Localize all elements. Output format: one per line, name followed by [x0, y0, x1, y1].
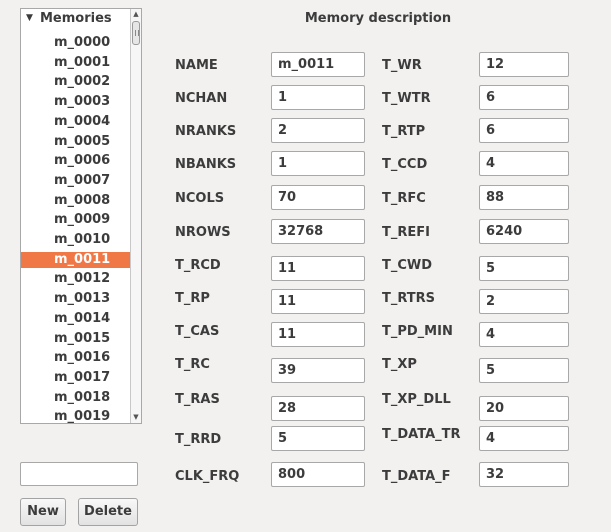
tree-item[interactable]: m_0014 [21, 311, 133, 327]
label-t-rfc: T_RFC [382, 191, 426, 206]
memories-root-label: Memories [40, 11, 112, 26]
field-clk-frq[interactable]: 800 [271, 462, 365, 487]
memories-root[interactable]: ▼ Memories [21, 10, 131, 26]
label-t-xp-dll: T_XP_DLL [382, 392, 451, 407]
scroll-thumb[interactable] [132, 21, 140, 45]
scroll-up-icon[interactable]: ▲ [132, 10, 140, 19]
new-button[interactable]: New [20, 498, 66, 526]
label-t-rc: T_RC [175, 357, 210, 372]
label-ncols: NCOLS [175, 191, 225, 206]
expand-arrow-icon[interactable]: ▼ [26, 10, 33, 26]
label-t-rrd: T_RRD [175, 432, 222, 447]
tree-item[interactable]: m_0009 [21, 212, 133, 228]
label-t-data-f: T_DATA_F [382, 469, 451, 484]
label-t-pd-min: T_PD_MIN [382, 324, 453, 339]
field-ncols[interactable]: 70 [271, 185, 365, 210]
label-t-data-tr: T_DATA_TR [382, 427, 461, 442]
delete-button[interactable]: Delete [78, 498, 138, 526]
tree-item[interactable]: m_0000 [21, 35, 133, 51]
field-t-refi[interactable]: 6240 [479, 219, 569, 244]
field-t-wr[interactable]: 12 [479, 52, 569, 77]
label-t-wtr: T_WTR [382, 91, 431, 106]
field-t-pd-min[interactable]: 4 [479, 322, 569, 347]
label-t-ccd: T_CCD [382, 157, 428, 172]
label-clk-frq: CLK_FRQ [175, 469, 240, 484]
field-t-rc[interactable]: 39 [271, 358, 365, 383]
field-nchan[interactable]: 1 [271, 85, 365, 110]
field-t-ccd[interactable]: 4 [479, 151, 569, 176]
label-t-cwd: T_CWD [382, 258, 433, 273]
field-t-cas[interactable]: 11 [271, 322, 365, 347]
tree-item[interactable]: m_0010 [21, 232, 133, 248]
field-t-data-f[interactable]: 32 [479, 462, 569, 487]
label-t-ras: T_RAS [175, 392, 220, 407]
field-t-rfc[interactable]: 88 [479, 185, 569, 210]
tree-scrollbar[interactable]: ▲ ▼ [130, 9, 141, 423]
tree-item[interactable]: m_0018 [21, 390, 133, 406]
memories-tree[interactable]: ▼ Memories m_0000 m_0001 m_0002 m_0003 m_000… [20, 8, 142, 424]
field-t-wtr[interactable]: 6 [479, 85, 569, 110]
label-t-rtp: T_RTP [382, 124, 426, 139]
field-nranks[interactable]: 2 [271, 118, 365, 143]
field-nrows[interactable]: 32768 [271, 219, 365, 244]
field-t-rtp[interactable]: 6 [479, 118, 569, 143]
tree-item[interactable]: m_0003 [21, 94, 133, 110]
tree-item[interactable]: m_0012 [21, 271, 133, 287]
tree-item[interactable]: m_0007 [21, 173, 133, 189]
field-t-xp-dll[interactable]: 20 [479, 396, 569, 421]
tree-item[interactable]: m_0016 [21, 350, 133, 366]
label-t-rtrs: T_RTRS [382, 291, 436, 306]
tree-item[interactable]: m_0019 [21, 409, 133, 423]
tree-item[interactable]: m_0015 [21, 331, 133, 347]
tree-item[interactable]: m_0017 [21, 370, 133, 386]
label-t-wr: T_WR [382, 58, 422, 73]
field-name[interactable]: m_0011 [271, 52, 365, 77]
field-t-rp[interactable]: 11 [271, 289, 365, 314]
field-t-rtrs[interactable]: 2 [479, 289, 569, 314]
field-t-data-tr[interactable]: 4 [479, 426, 569, 451]
label-nrows: NROWS [175, 225, 231, 240]
label-nchan: NCHAN [175, 91, 228, 106]
tree-item[interactable]: m_0008 [21, 193, 133, 209]
label-name: NAME [175, 58, 218, 73]
label-t-cas: T_CAS [175, 324, 220, 339]
scroll-down-icon[interactable]: ▼ [132, 413, 140, 422]
tree-item-selected[interactable]: m_0011 [21, 251, 133, 268]
field-t-cwd[interactable]: 5 [479, 256, 569, 281]
field-t-rcd[interactable]: 11 [271, 256, 365, 281]
field-t-xp[interactable]: 5 [479, 358, 569, 383]
tree-item[interactable]: m_0004 [21, 114, 133, 130]
field-nbanks[interactable]: 1 [271, 151, 365, 176]
label-nranks: NRANKS [175, 124, 237, 139]
field-t-rrd[interactable]: 5 [271, 426, 365, 451]
tree-item[interactable]: m_0001 [21, 55, 133, 71]
form-title: Memory description [304, 11, 452, 26]
field-t-ras[interactable]: 28 [271, 396, 365, 421]
new-memory-name-input[interactable] [20, 462, 138, 486]
tree-item[interactable]: m_0006 [21, 153, 133, 169]
tree-item[interactable]: m_0005 [21, 134, 133, 150]
tree-item[interactable]: m_0002 [21, 74, 133, 90]
label-t-rp: T_RP [175, 291, 210, 306]
label-t-rcd: T_RCD [175, 258, 221, 273]
label-t-xp: T_XP [382, 357, 417, 372]
tree-item[interactable]: m_0013 [21, 291, 133, 307]
label-nbanks: NBANKS [175, 157, 237, 172]
label-t-refi: T_REFI [382, 225, 430, 240]
